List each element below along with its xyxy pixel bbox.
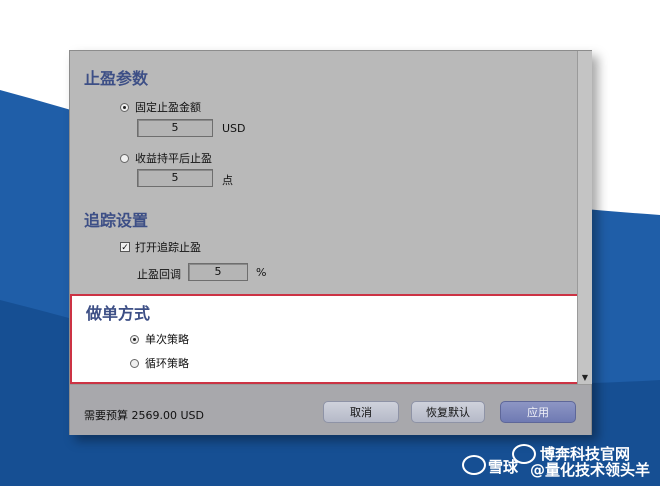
pullback-input[interactable]: 5	[188, 263, 248, 281]
watermark-xueqiu: 雪球	[488, 458, 519, 476]
section-title-order-mode: 做单方式	[86, 304, 151, 323]
apply-button[interactable]: 应用	[500, 401, 576, 423]
checkbox-trailing-box[interactable]: ✓	[120, 242, 130, 253]
dialog-footer: 需要预算 2569.00 USD 取消 恢复默认 应用	[70, 384, 591, 435]
radio-single-strategy[interactable]: 单次策略	[130, 331, 189, 347]
pullback-unit: %	[256, 266, 267, 279]
radio-loop-strategy[interactable]: 循环策略	[130, 355, 189, 371]
radio-single-strategy-label: 单次策略	[145, 333, 189, 346]
radio-loop-strategy-indicator[interactable]	[130, 358, 139, 368]
radio-fixed-amount-indicator[interactable]	[120, 102, 129, 112]
checkbox-trailing-label: 打开追踪止盈	[135, 241, 201, 254]
pullback-label: 止盈回调	[137, 266, 181, 282]
reset-default-button[interactable]: 恢复默认	[411, 401, 485, 423]
radio-hold-profit-indicator[interactable]	[120, 153, 129, 163]
pullback-label-text: 止盈回调	[137, 268, 181, 281]
radio-fixed-amount-label: 固定止盈金额	[135, 101, 201, 114]
radio-hold-profit[interactable]: 收益持平后止盈	[120, 150, 212, 166]
radio-fixed-amount[interactable]: 固定止盈金额	[120, 99, 201, 115]
section-title-stop-profit: 止盈参数	[84, 69, 149, 88]
cancel-button[interactable]: 取消	[323, 401, 399, 423]
radio-single-strategy-indicator[interactable]	[130, 334, 139, 344]
checkbox-trailing[interactable]: ✓ 打开追踪止盈	[120, 239, 201, 255]
fixed-amount-unit: USD	[222, 122, 246, 135]
fixed-amount-input[interactable]: 5	[137, 119, 213, 137]
stop-profit-dialog: 止盈参数 固定止盈金额 5 USD 收益持平后止盈 5 点 追踪设置 ✓ 打开追…	[69, 50, 592, 435]
hold-profit-unit: 点	[222, 174, 233, 187]
budget-label: 需要预算	[84, 409, 128, 422]
vertical-scrollbar[interactable]: ▼	[577, 51, 592, 384]
budget-summary: 需要预算 2569.00 USD	[84, 407, 204, 423]
budget-unit: USD	[180, 409, 205, 422]
section-title-trailing: 追踪设置	[84, 211, 149, 230]
scroll-down-icon[interactable]: ▼	[579, 372, 591, 384]
radio-loop-strategy-label: 循环策略	[145, 357, 189, 370]
watermark-author: @量化技术领头羊	[530, 461, 651, 479]
hold-profit-input[interactable]: 5	[137, 169, 213, 187]
budget-value: 2569.00	[131, 409, 178, 422]
order-mode-panel: 做单方式 单次策略 循环策略	[70, 294, 590, 384]
xueqiu-icon	[462, 455, 486, 475]
radio-hold-profit-label: 收益持平后止盈	[135, 152, 212, 165]
